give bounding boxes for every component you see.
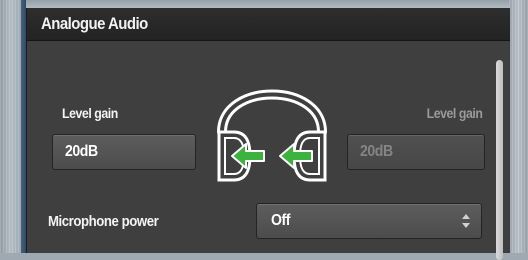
microphone-power-value: Off xyxy=(271,212,291,229)
window-frame-top xyxy=(0,0,528,8)
left-level-gain-field[interactable]: 20dB xyxy=(52,134,196,170)
panel-header: Analogue Audio xyxy=(27,8,510,41)
left-level-gain-value: 20dB xyxy=(65,143,98,160)
scrollbar-thumb[interactable] xyxy=(496,60,503,260)
microphone-power-select[interactable]: Off xyxy=(256,203,482,239)
select-arrows-icon xyxy=(462,214,470,228)
right-level-gain-value: 20dB xyxy=(360,143,393,160)
panel-scrollbar[interactable] xyxy=(495,48,505,260)
left-level-gain-label: Level gain xyxy=(62,105,118,121)
microphone-power-label: Microphone power xyxy=(48,213,159,230)
headphones-icon xyxy=(217,89,327,182)
right-level-gain-field: 20dB xyxy=(347,134,485,170)
right-level-gain-label: Level gain xyxy=(426,105,482,121)
analogue-audio-panel: Analogue Audio Level gain 20dB Level gai… xyxy=(26,8,510,260)
window-frame-right xyxy=(509,0,528,253)
panel-title: Analogue Audio xyxy=(41,14,148,33)
